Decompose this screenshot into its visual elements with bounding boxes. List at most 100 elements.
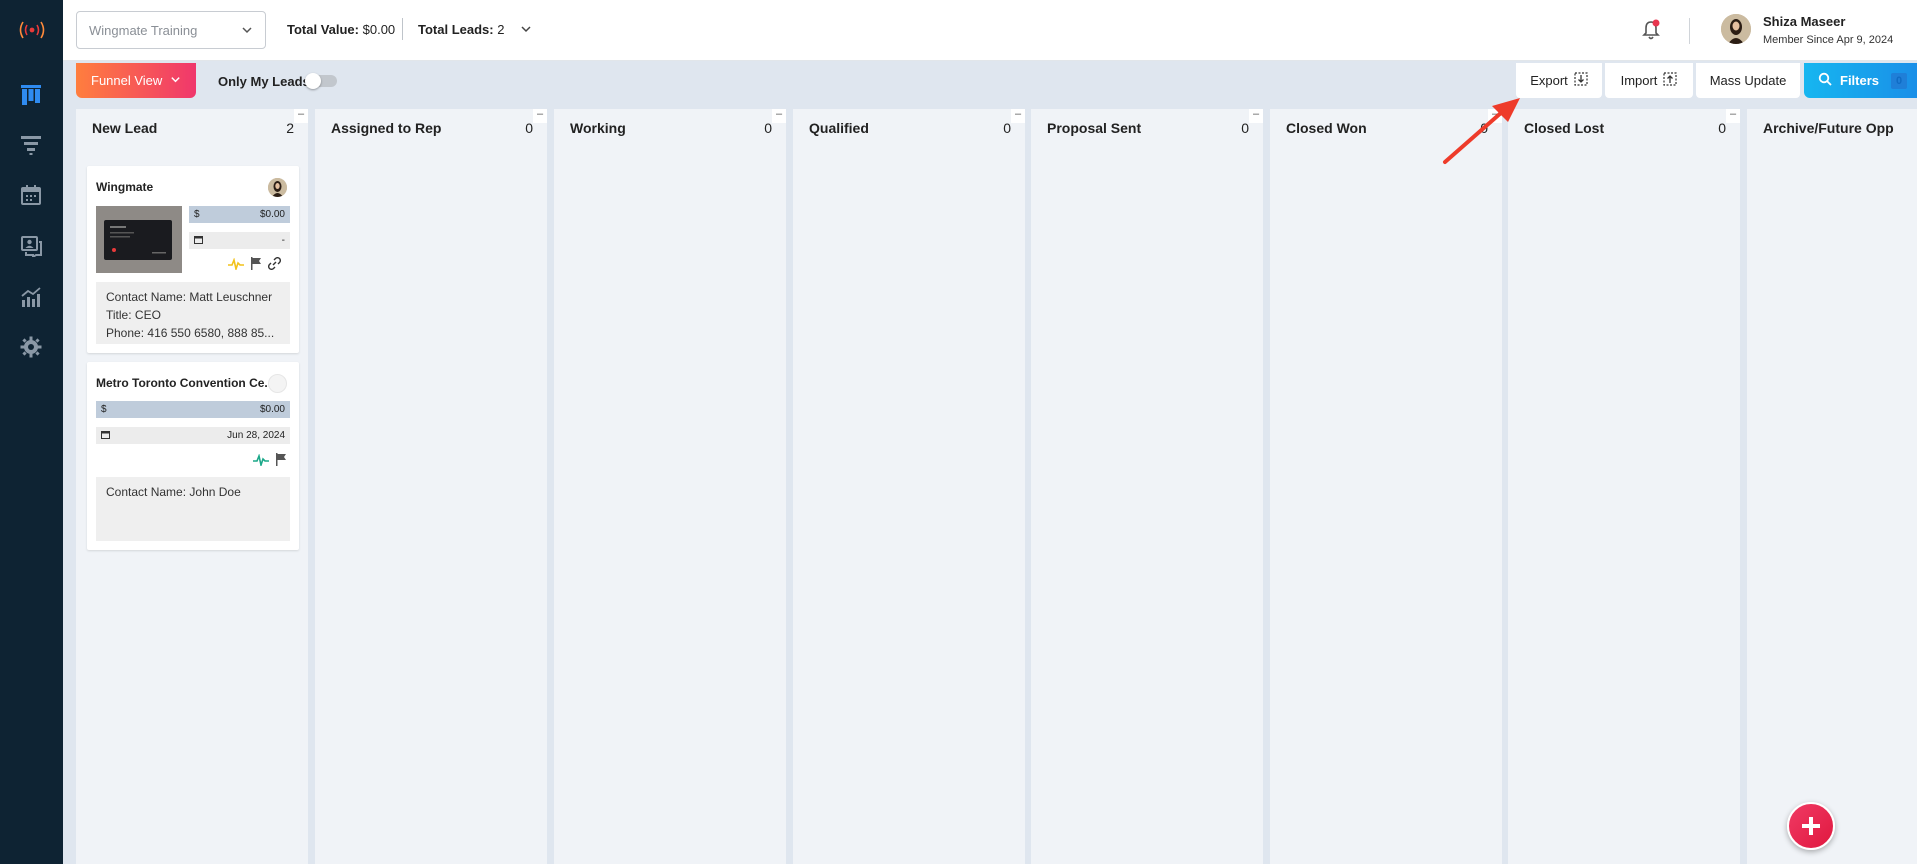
total-value-label: Total Value:	[287, 22, 359, 37]
notification-bell-icon[interactable]	[1641, 19, 1661, 46]
column-count: 0	[1241, 120, 1249, 136]
settings-icon[interactable]	[17, 333, 45, 361]
flag-icon[interactable]	[275, 453, 287, 471]
lead-date-bar: Jun 28, 2024	[96, 427, 290, 444]
column-count: 0	[525, 120, 533, 136]
calendar-small-icon	[101, 430, 110, 442]
only-my-leads-label: Only My Leads	[218, 74, 310, 89]
column-qualified: Qualified 0 –	[793, 109, 1025, 864]
collapse-column-button[interactable]: –	[294, 109, 308, 123]
collapse-column-button[interactable]: –	[533, 109, 547, 123]
wingmate-logo[interactable]	[0, 0, 63, 60]
lead-business-card-image	[96, 206, 182, 273]
column-title: Proposal Sent	[1047, 120, 1142, 136]
column-count: 0	[1480, 120, 1488, 136]
total-leads-label: Total Leads:	[418, 22, 494, 37]
contact-name: Matt Leuschner	[189, 290, 273, 304]
workspace-select-value: Wingmate Training	[89, 22, 198, 38]
contact-title: CEO	[134, 308, 161, 322]
toggle-knob	[305, 73, 321, 89]
column-title: Closed Lost	[1524, 120, 1605, 136]
lead-value: $0.00	[259, 209, 285, 220]
collapse-column-button[interactable]: –	[1726, 109, 1740, 123]
mass-update-button[interactable]: Mass Update	[1696, 63, 1800, 98]
contacts-chat-icon[interactable]	[17, 232, 45, 260]
chevron-down-icon	[241, 24, 253, 39]
export-icon	[1574, 72, 1588, 89]
lead-card[interactable]: Metro Toronto Convention Ce... $ $0.00 J…	[87, 362, 299, 550]
only-my-leads-toggle[interactable]	[305, 73, 337, 89]
column-title: Working	[570, 120, 626, 136]
collapse-column-button[interactable]: –	[772, 109, 786, 123]
board-icon[interactable]	[17, 81, 45, 109]
add-lead-button[interactable]	[1787, 802, 1835, 850]
analytics-icon[interactable]	[17, 283, 45, 311]
column-assigned-to-rep: Assigned to Rep 0 –	[315, 109, 547, 864]
chevron-down-icon	[170, 73, 181, 88]
top-header: Wingmate Training Total Value: $0.00 Tot…	[63, 0, 1917, 61]
column-working: Working 0 –	[554, 109, 786, 864]
total-value-amount: $0.00	[362, 22, 396, 37]
contact-phone: 416 550 6580, 888 85...	[147, 326, 275, 340]
avatar[interactable]	[1721, 14, 1751, 44]
contact-name-label: Contact Name:	[106, 485, 187, 499]
contact-title-row: Title: CEO	[106, 306, 280, 324]
plus-icon	[1802, 817, 1820, 835]
column-title: Closed Won	[1286, 120, 1367, 136]
column-closed-won: Closed Won 0 –	[1270, 109, 1502, 864]
funnel-icon[interactable]	[17, 131, 45, 159]
contact-details: Contact Name: Matt Leuschner Title: CEO …	[96, 282, 290, 344]
calendar-icon[interactable]	[17, 181, 45, 209]
activity-pulse-icon[interactable]	[228, 257, 244, 275]
stat-divider	[402, 18, 403, 40]
contact-phone-label: Phone:	[106, 326, 145, 340]
sidebar	[0, 0, 63, 864]
import-label: Import	[1620, 73, 1658, 88]
column-title: Assigned to Rep	[331, 120, 442, 136]
total-value: Total Value: $0.00	[287, 22, 395, 37]
contact-name-row: Contact Name: Matt Leuschner	[106, 288, 280, 306]
lead-value-bar: $ $0.00	[189, 206, 290, 223]
activity-pulse-icon[interactable]	[253, 453, 269, 471]
column-title: New Lead	[92, 120, 158, 136]
contact-name: John Doe	[189, 485, 241, 499]
lead-date-bar: -	[189, 232, 290, 249]
collapse-column-button[interactable]: –	[1249, 109, 1263, 123]
total-leads: Total Leads: 2	[418, 22, 504, 37]
collapse-column-button[interactable]: –	[1011, 109, 1025, 123]
user-name: Shiza Maseer	[1763, 14, 1846, 29]
lead-value-bar: $ $0.00	[96, 401, 290, 418]
export-button[interactable]: Export	[1516, 63, 1602, 98]
column-proposal-sent: Proposal Sent 0 –	[1031, 109, 1263, 864]
lead-date: Jun 28, 2024	[227, 430, 285, 441]
import-button[interactable]: Import	[1605, 63, 1693, 98]
lead-card[interactable]: Wingmate $ $0.00 - Contact Name: Matt Le…	[87, 166, 299, 353]
contact-phone-row: Phone: 416 550 6580, 888 85...	[106, 324, 280, 342]
collapse-column-button[interactable]: –	[1488, 109, 1502, 123]
filters-button[interactable]: Filters 0	[1804, 63, 1917, 98]
filters-count-badge: 0	[1891, 72, 1908, 89]
assignee-avatar[interactable]	[268, 178, 287, 197]
business-card-graphic	[104, 220, 172, 260]
funnel-view-dropdown[interactable]: Funnel View	[76, 63, 196, 98]
lead-card-title: Wingmate	[96, 180, 154, 194]
link-icon[interactable]	[267, 256, 282, 275]
assignee-avatar[interactable]	[268, 374, 287, 393]
export-label: Export	[1530, 73, 1568, 88]
stats-expand-chevron-icon[interactable]	[520, 22, 532, 40]
total-leads-count: 2	[497, 22, 505, 37]
search-icon	[1818, 72, 1832, 89]
contact-details: Contact Name: John Doe	[96, 477, 290, 541]
filters-label: Filters	[1840, 73, 1880, 88]
member-since: Member Since Apr 9, 2024	[1763, 34, 1894, 46]
currency-icon: $	[194, 209, 200, 220]
contact-name-label: Contact Name:	[106, 290, 187, 304]
column-title: Qualified	[809, 120, 869, 136]
flag-icon[interactable]	[250, 257, 262, 275]
column-archive-future-opp: Archive/Future Opp	[1747, 109, 1917, 864]
funnel-view-label: Funnel View	[91, 73, 163, 88]
column-title: Archive/Future Opp	[1763, 120, 1894, 136]
workspace-select[interactable]: Wingmate Training	[76, 11, 266, 49]
card-actions	[253, 453, 287, 471]
lead-value: $0.00	[259, 404, 285, 415]
